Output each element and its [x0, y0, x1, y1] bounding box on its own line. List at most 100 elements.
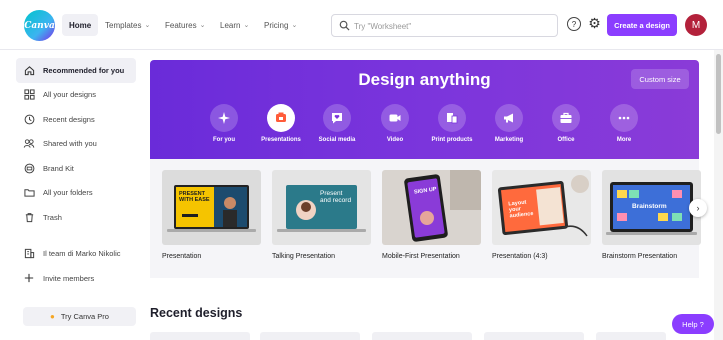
sidebar-item-label: Recommended for you: [43, 65, 125, 75]
nav-learn[interactable]: Learn ⌄: [220, 14, 249, 36]
sidebar-item-recent[interactable]: Recent designs: [16, 107, 136, 132]
template-card-mobile-first[interactable]: SIGN UP Mobile-First Presentation: [382, 170, 481, 260]
sidebar-item-invite[interactable]: Invite members: [16, 266, 136, 291]
chevron-down-icon: ⌄: [291, 22, 298, 29]
nav-home[interactable]: Home: [62, 14, 99, 36]
search-icon: [339, 20, 350, 31]
nav-pricing-label: Pricing: [264, 20, 289, 30]
carousel-next-button[interactable]: ›: [689, 199, 707, 217]
search-input[interactable]: [354, 19, 549, 33]
nav-templates[interactable]: Templates ⌄: [105, 14, 150, 36]
heart-chat-icon: [323, 104, 351, 132]
recent-design-card[interactable]: [596, 332, 666, 340]
chevron-down-icon: ⌄: [199, 22, 206, 29]
top-bar: Canva Home Templates ⌄ Features ⌄ Learn ⌄ P…: [0, 0, 723, 50]
template-caption: Presentation (4:3): [492, 253, 548, 260]
sidebar-item-team[interactable]: Il team di Marko Nikolic: [16, 242, 136, 267]
sidebar-item-recommended[interactable]: Recommended for you: [16, 58, 136, 83]
nav-templates-label: Templates: [105, 20, 142, 30]
chevron-right-icon: ›: [696, 203, 700, 213]
category-label: Social media: [318, 137, 356, 143]
create-design-button[interactable]: Create a design: [607, 14, 677, 36]
recent-design-card[interactable]: [150, 332, 250, 340]
category-label: Video: [386, 137, 404, 143]
sidebar-item-label: All your designs: [43, 90, 96, 100]
print-icon: [438, 104, 466, 132]
template-card-presentation-4-3[interactable]: Layout your audience Presentation (4:3): [492, 170, 591, 260]
gear-icon[interactable]: ⚙: [587, 16, 602, 31]
template-card-presentation[interactable]: PRESENT WITH EASE Presentation: [162, 170, 261, 260]
template-caption: Brainstorm Presentation: [602, 253, 678, 260]
building-icon: [23, 248, 35, 260]
sidebar-divider: [16, 230, 136, 242]
sidebar-item-label: Brand Kit: [43, 163, 74, 173]
sidebar-item-label: Invite members: [43, 273, 95, 283]
template-thumbnail: Layout your audience: [492, 170, 591, 245]
sidebar: Recommended for you All your designs Rec…: [16, 58, 136, 291]
chevron-down-icon: ⌄: [144, 22, 151, 29]
nav-pricing[interactable]: Pricing ⌄: [264, 14, 297, 36]
sidebar-item-label: All your folders: [43, 188, 93, 198]
thumbnail-text: Present and record: [320, 190, 352, 204]
people-icon: [23, 138, 35, 150]
category-office[interactable]: Office: [536, 104, 596, 143]
category-label: Office: [557, 137, 575, 143]
megaphone-icon: [495, 104, 523, 132]
template-thumbnail: Present and record: [272, 170, 371, 245]
template-thumbnail: Brainstorm: [602, 170, 701, 245]
recent-design-card[interactable]: [372, 332, 472, 340]
template-card-talking-presentation[interactable]: Present and record Talking Presentation: [272, 170, 371, 260]
video-icon: [381, 104, 409, 132]
sparkle-icon: [210, 104, 238, 132]
recent-design-card[interactable]: [260, 332, 360, 340]
template-caption: Talking Presentation: [272, 253, 336, 260]
thumbnail-text: Layout your audience: [508, 199, 534, 220]
category-marketing[interactable]: Marketing: [479, 104, 539, 143]
help-circle-icon[interactable]: ?: [567, 17, 581, 31]
thumbnail-text: PRESENT WITH EASE: [179, 191, 210, 203]
nav-home-label: Home: [69, 20, 92, 30]
design-anything-banner: Design anything Custom size For you Pres…: [150, 60, 699, 159]
trash-icon: [23, 211, 35, 223]
brand-icon: [23, 162, 35, 174]
canva-logo[interactable]: Canva: [24, 10, 55, 41]
sidebar-item-shared[interactable]: Shared with you: [16, 132, 136, 157]
template-thumbnail: PRESENT WITH EASE: [162, 170, 261, 245]
help-button[interactable]: Help ?: [672, 314, 714, 334]
presentation-icon: [267, 104, 295, 132]
chevron-down-icon: ⌄: [243, 22, 250, 29]
recent-design-card[interactable]: [484, 332, 584, 340]
template-carousel: PRESENT WITH EASE Presentation Present a…: [150, 159, 701, 278]
category-video[interactable]: Video: [365, 104, 425, 143]
category-label: Marketing: [494, 137, 524, 143]
sidebar-item-label: Il team di Marko Nikolic: [43, 249, 121, 259]
sidebar-item-brand-kit[interactable]: Brand Kit: [16, 156, 136, 181]
crown-icon: ●: [50, 312, 55, 321]
template-card-brainstorm[interactable]: Brainstorm Brainstorm Presentation: [602, 170, 701, 260]
category-for-you[interactable]: For you: [194, 104, 254, 143]
category-social-media[interactable]: Social media: [307, 104, 367, 143]
category-label: More: [616, 137, 632, 143]
banner-title: Design anything: [358, 70, 491, 89]
recent-designs-heading: Recent designs: [150, 306, 243, 320]
nav-features[interactable]: Features ⌄: [165, 14, 205, 36]
plus-icon: [23, 272, 35, 284]
sidebar-item-folders[interactable]: All your folders: [16, 181, 136, 206]
scrollbar-thumb[interactable]: [716, 54, 721, 134]
template-caption: Presentation: [162, 253, 202, 260]
category-more[interactable]: More: [594, 104, 654, 143]
clock-icon: [23, 113, 35, 125]
search-box[interactable]: [331, 14, 558, 37]
category-print-products[interactable]: Print products: [422, 104, 482, 143]
custom-size-button[interactable]: Custom size: [631, 69, 689, 89]
folder-icon: [23, 187, 35, 199]
category-label: For you: [213, 137, 235, 143]
template-caption: Mobile-First Presentation: [382, 253, 460, 260]
sidebar-item-label: Shared with you: [43, 139, 97, 149]
category-presentations[interactable]: Presentations: [251, 104, 311, 143]
avatar[interactable]: M: [685, 14, 707, 36]
nav-learn-label: Learn: [220, 20, 241, 30]
sidebar-item-all-designs[interactable]: All your designs: [16, 83, 136, 108]
try-canva-pro-button[interactable]: ● Try Canva Pro: [23, 307, 136, 326]
sidebar-item-trash[interactable]: Trash: [16, 205, 136, 230]
